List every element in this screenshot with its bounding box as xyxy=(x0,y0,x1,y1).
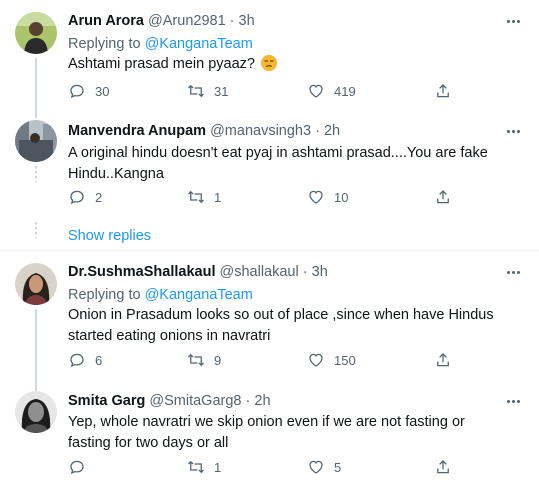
share-button[interactable] xyxy=(434,82,452,100)
like-count: 150 xyxy=(334,352,356,368)
more-icon[interactable] xyxy=(503,392,523,410)
reply-count: 30 xyxy=(95,83,110,99)
like-button[interactable]: 150 xyxy=(307,351,356,369)
share-icon xyxy=(437,190,449,204)
replying-to-label: Replying to xyxy=(68,287,141,303)
display-name[interactable]: Dr.SushmaShallakaul xyxy=(68,264,215,280)
share-icon xyxy=(437,84,449,98)
replying-to: Replying to @KanganaTeam xyxy=(68,35,253,53)
like-icon xyxy=(309,190,323,204)
retweet-count: 31 xyxy=(214,83,229,99)
timestamp[interactable]: 3h xyxy=(312,264,328,280)
like-button[interactable]: 10 xyxy=(307,188,348,206)
replying-to-label: Replying to xyxy=(68,36,141,52)
avatar[interactable] xyxy=(15,120,57,162)
tweet-text: A original hindu doesn't eat pyaj in ash… xyxy=(68,145,488,182)
thread-line xyxy=(35,110,37,118)
separator: · xyxy=(229,13,235,29)
timestamp[interactable]: 2h xyxy=(254,393,270,409)
like-count: 419 xyxy=(334,83,356,99)
tweet-actions: 30 31 419 xyxy=(68,82,508,102)
user-handle[interactable]: @SmitaGarg8 xyxy=(149,393,241,409)
reply-icon xyxy=(70,460,84,475)
more-icon[interactable] xyxy=(503,263,523,281)
tweet[interactable]: Dr.SushmaShallakaul @shallakaul · 3h Rep… xyxy=(0,251,539,391)
display-name[interactable]: Manvendra Anupam xyxy=(68,123,206,139)
avatar[interactable] xyxy=(15,263,57,305)
reply-icon xyxy=(70,190,84,205)
thread-dots xyxy=(35,222,37,238)
like-icon xyxy=(309,353,323,367)
replying-to: Replying to @KanganaTeam xyxy=(68,286,253,304)
mention-link[interactable]: @KanganaTeam xyxy=(145,36,253,52)
retweet-count: 1 xyxy=(214,189,222,205)
user-handle[interactable]: @manavsingh3 xyxy=(210,123,311,139)
thread-dots xyxy=(35,166,37,182)
tweet-text: Ashtami prasad mein pyaaz? xyxy=(68,54,518,75)
share-icon xyxy=(437,460,449,474)
retweet-icon xyxy=(188,84,204,98)
tweet-header: Arun Arora @Arun2981 · 3h xyxy=(68,12,255,30)
tweet[interactable]: Manvendra Anupam @manavsingh3 · 2h A ori… xyxy=(0,110,539,244)
thread-line xyxy=(35,309,37,391)
tweet-text: Yep, whole navratri we skip onion even i… xyxy=(68,414,465,451)
reply-button[interactable]: 30 xyxy=(68,82,109,100)
reply-icon xyxy=(70,84,84,99)
retweet-button[interactable]: 1 xyxy=(187,188,221,206)
reply-icon xyxy=(70,353,84,368)
tweet-text-content: Ashtami prasad mein pyaaz? xyxy=(68,56,255,72)
avatar[interactable] xyxy=(15,12,57,54)
tweet-header: Manvendra Anupam @manavsingh3 · 2h xyxy=(68,122,340,140)
tweet-header: Dr.SushmaShallakaul @shallakaul · 3h xyxy=(68,263,328,281)
user-handle[interactable]: @shallakaul xyxy=(220,264,299,280)
share-button[interactable] xyxy=(434,188,452,206)
share-icon xyxy=(437,353,449,367)
reply-count: 6 xyxy=(95,352,103,368)
share-button[interactable] xyxy=(434,458,452,476)
tweet[interactable]: Arun Arora @Arun2981 · 3h Replying to @K… xyxy=(0,0,539,116)
thread-line xyxy=(35,58,37,116)
mention-link[interactable]: @KanganaTeam xyxy=(145,287,253,303)
like-count: 5 xyxy=(334,459,342,475)
tweet-header: Smita Garg @SmitaGarg8 · 2h xyxy=(68,392,271,410)
separator: · xyxy=(315,123,320,139)
separator: · xyxy=(245,393,251,409)
like-button[interactable]: 5 xyxy=(307,458,341,476)
like-button[interactable]: 419 xyxy=(307,82,356,100)
retweet-count: 1 xyxy=(214,459,222,475)
reply-button[interactable] xyxy=(68,458,95,476)
timestamp[interactable]: 2h xyxy=(324,123,340,139)
separator: · xyxy=(302,264,308,280)
share-button[interactable] xyxy=(434,351,452,369)
reply-button[interactable]: 6 xyxy=(68,351,102,369)
retweet-icon xyxy=(188,353,204,367)
more-icon[interactable] xyxy=(503,122,523,140)
reply-button[interactable]: 2 xyxy=(68,188,102,206)
like-count: 10 xyxy=(334,189,349,205)
tweet-actions: 1 5 xyxy=(68,458,508,478)
tweet-actions: 2 1 10 xyxy=(68,188,508,208)
avatar[interactable] xyxy=(15,391,57,433)
retweet-icon xyxy=(188,190,204,204)
retweet-icon xyxy=(188,460,204,474)
unamused-face-emoji xyxy=(261,55,278,71)
retweet-button[interactable]: 9 xyxy=(187,351,221,369)
reply-count: 2 xyxy=(95,189,103,205)
tweet-actions: 6 9 150 xyxy=(68,351,508,371)
show-replies-link[interactable]: Show replies xyxy=(68,228,151,244)
like-icon xyxy=(309,84,323,98)
like-icon xyxy=(309,460,323,474)
more-icon[interactable] xyxy=(503,12,523,30)
user-handle[interactable]: @Arun2981 xyxy=(148,13,226,29)
retweet-button[interactable]: 31 xyxy=(187,82,228,100)
timestamp[interactable]: 3h xyxy=(239,13,255,29)
display-name[interactable]: Smita Garg xyxy=(68,393,145,409)
tweet[interactable]: Smita Garg @SmitaGarg8 · 2h Yep, whole n… xyxy=(0,381,539,492)
retweet-button[interactable]: 1 xyxy=(187,458,221,476)
display-name[interactable]: Arun Arora xyxy=(68,13,144,29)
tweet-text: Onion in Prasadum looks so out of place … xyxy=(68,307,494,344)
retweet-count: 9 xyxy=(214,352,222,368)
